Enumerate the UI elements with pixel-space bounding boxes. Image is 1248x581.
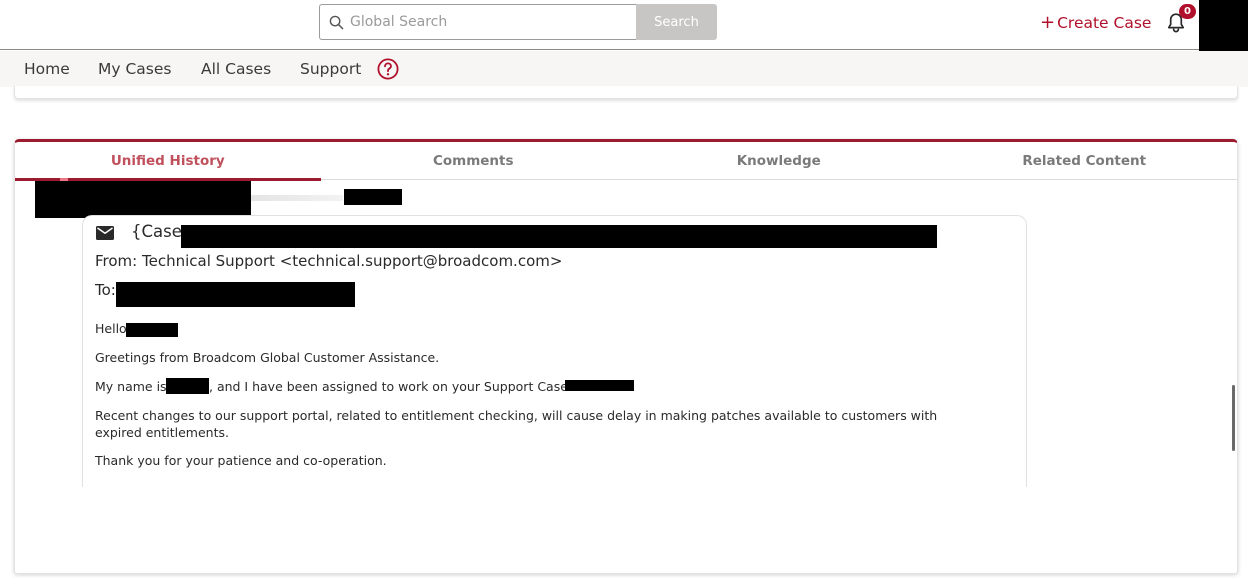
nav-item-my-cases[interactable]: My Cases [98,60,171,78]
redacted-user-avatar [1199,0,1248,51]
help-icon[interactable] [377,58,399,80]
tab-unified-history[interactable]: Unified History [15,142,321,181]
create-case-label: Create Case [1057,14,1152,32]
email-greeting: Greetings from Broadcom Global Customer … [95,350,440,365]
nav-item-all-cases[interactable]: All Cases [201,60,271,78]
plus-icon: + [1040,12,1056,33]
create-case-button[interactable]: + Create Case [1040,12,1151,34]
redacted-subject [181,225,937,248]
global-search-input[interactable] [350,14,620,30]
nav-item-home[interactable]: Home [24,60,70,78]
top-header: Search + Create Case 0 [0,0,1248,51]
scrollbar-thumb[interactable] [1232,385,1235,451]
tab-comments[interactable]: Comments [321,142,627,180]
search-icon [329,15,344,29]
email-subject: {Case [131,222,182,241]
timeline-meta-faded [251,195,343,201]
nav-item-support[interactable]: Support [300,60,361,78]
notification-count-badge: 0 [1179,4,1196,19]
activity-tabs: Unified History Comments Knowledge Relat… [15,142,1238,181]
email-to-label: To: [95,281,116,299]
email-notice: Recent changes to our support portal, re… [95,408,938,440]
tab-knowledge[interactable]: Knowledge [626,142,932,180]
redacted-engineer-name [166,378,209,394]
tab-related-content[interactable]: Related Content [932,142,1238,180]
main-nav: Home My Cases All Cases Support [0,51,1248,87]
email-name-suffix: , and I have been assigned to work on yo… [209,379,583,394]
envelope-icon [96,226,114,240]
redacted-customer-name [126,323,178,337]
email-hello: Hello [95,321,127,336]
search-button[interactable]: Search [636,4,717,40]
global-search-box[interactable] [319,4,637,40]
case-details-card-bottom [14,86,1238,99]
redacted-recipient [116,282,355,307]
email-thanks: Thank you for your patience and co-opera… [95,453,387,468]
email-from: From: Technical Support <technical.suppo… [95,252,563,270]
redacted-timestamp [344,189,402,205]
redacted-timeline-header [35,181,251,218]
redacted-case-number [565,380,634,391]
